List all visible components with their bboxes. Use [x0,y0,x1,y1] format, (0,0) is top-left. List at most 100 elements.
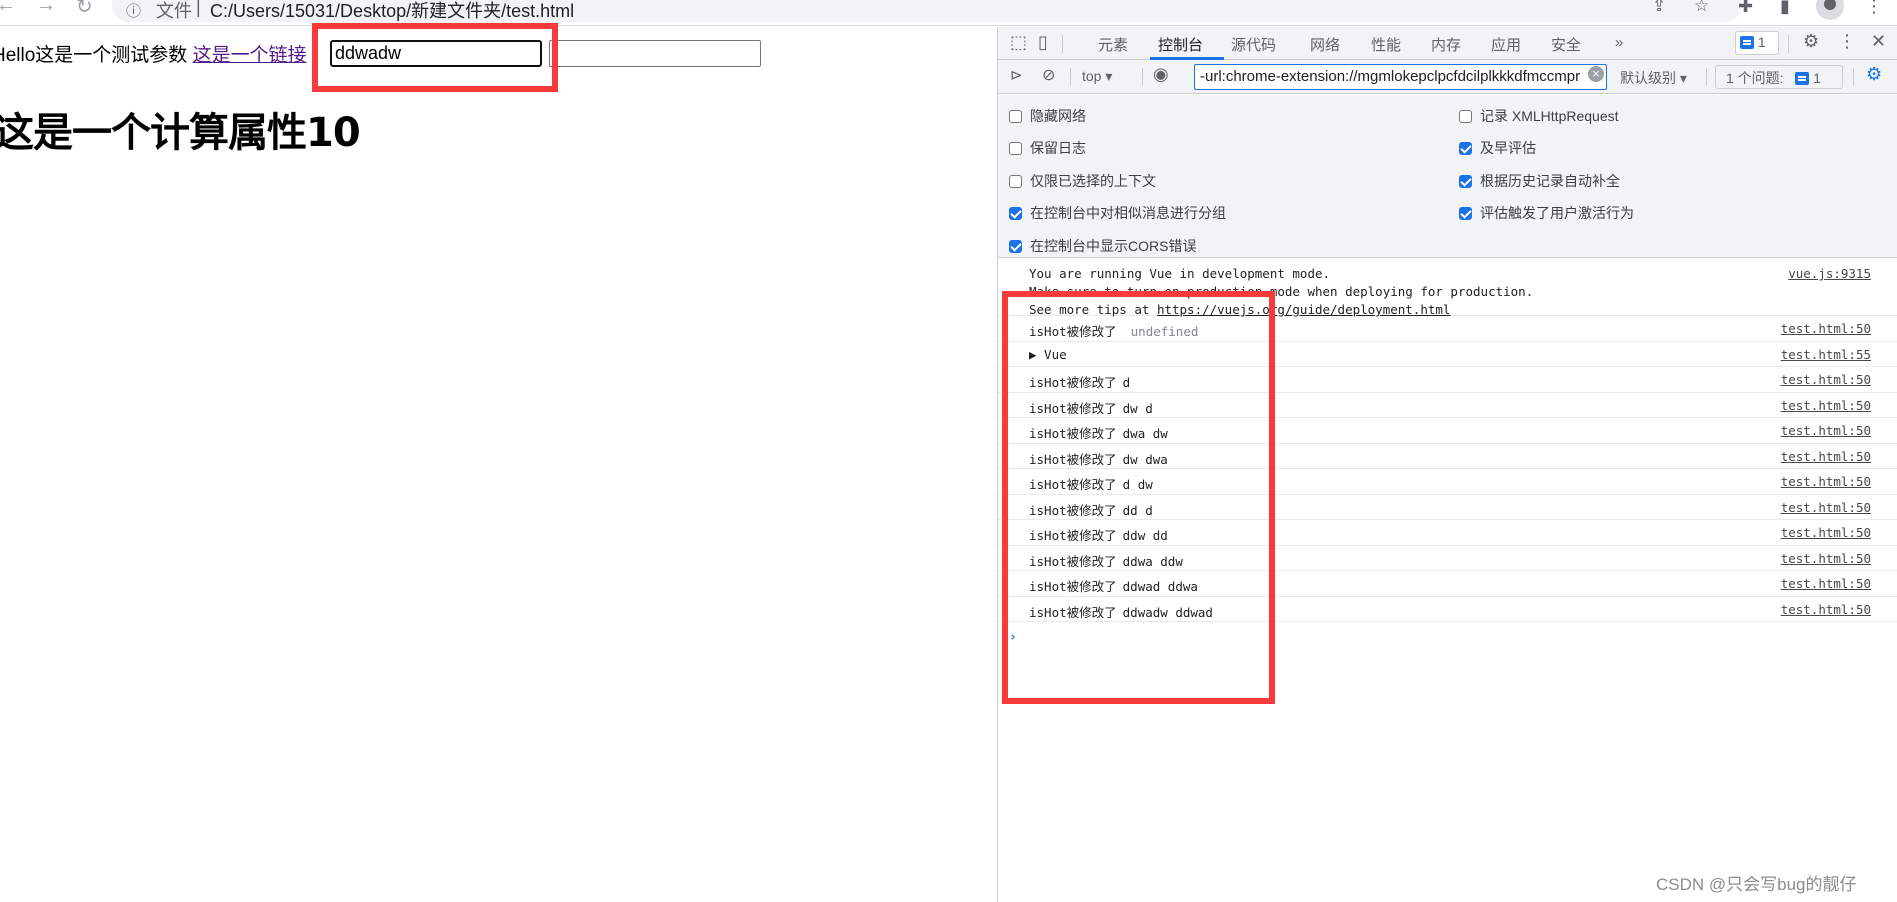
message-icon [1795,72,1810,85]
log-source-link[interactable]: test.html:55 [1781,347,1871,362]
setting-group-similar[interactable]: 在控制台中对相似消息进行分组 [1009,203,1226,223]
checkbox-checked[interactable] [1009,240,1022,253]
context-label: top [1082,68,1102,84]
console-settings-gear-icon[interactable]: ⚙ [1866,64,1882,85]
forward-arrow-icon[interactable]: → [36,0,56,17]
issues-badge[interactable]: 1 [1735,31,1779,55]
separator [1853,68,1854,86]
star-icon[interactable]: ☆ [1694,0,1709,16]
back-arrow-icon[interactable]: ← [0,0,16,17]
setting-selected-context-only[interactable]: 仅限已选择的上下文 [1009,171,1156,191]
setting-label: 在控制台中显示CORS错误 [1030,238,1197,254]
tab-application[interactable]: 应用 [1491,34,1521,55]
separator [1142,68,1143,86]
tab-security[interactable]: 安全 [1551,34,1581,55]
separator [1788,35,1789,53]
checkbox[interactable] [1009,142,1022,155]
devtools-tabbar: ⬚ ▯ 元素 控制台 源代码 网络 性能 内存 应用 安全 » 1 ⚙ ⋮ ✕ [998,27,1897,60]
log-source-link[interactable]: vue.js:9315 [1788,266,1871,281]
checkbox[interactable] [1009,110,1022,123]
share-icon[interactable]: ⇪ [1652,0,1666,16]
log-level-label: 默认级别 [1620,70,1676,86]
log-source-link[interactable]: test.html:50 [1781,372,1871,387]
address-bar[interactable]: ⓘ 文件 | C:/Users/15031/Desktop/新建文件夹/test… [112,0,1742,22]
eye-icon[interactable]: ◉ [1153,64,1169,85]
log-source-link[interactable]: test.html:50 [1781,423,1871,438]
url-text[interactable]: C:/Users/15031/Desktop/新建文件夹/test.html [210,0,574,23]
page-viewport: Hello这是一个测试参数 这是一个链接 这是一个计算属性10 [0,27,997,902]
text-input-empty[interactable] [549,40,761,67]
checkbox-checked[interactable] [1009,207,1022,220]
setting-label: 根据历史记录自动补全 [1480,173,1620,189]
setting-preserve-log[interactable]: 保留日志 [1009,138,1086,158]
menu-icon[interactable]: ⋮ [1865,0,1883,17]
log-source-link[interactable]: test.html:50 [1781,602,1871,617]
inspect-element-icon[interactable]: ⬚ [1010,32,1027,53]
message-icon [1740,36,1754,49]
log-source-link[interactable]: test.html:50 [1781,576,1871,591]
clear-filter-icon[interactable]: × [1588,66,1604,82]
separator [1706,68,1707,86]
setting-label: 隐藏网络 [1030,108,1086,124]
tab-performance[interactable]: 性能 [1371,34,1401,55]
device-toolbar-icon[interactable]: ▯ [1038,32,1048,53]
issues-button[interactable]: 1 个问题: 1 [1715,65,1843,89]
checkbox[interactable] [1459,110,1472,123]
checkbox-checked[interactable] [1459,175,1472,188]
filter-input[interactable]: -url:chrome-extension://mgmlokepclpcfdci… [1194,64,1607,90]
setting-label: 评估触发了用户激活行为 [1480,205,1634,221]
annotation-box-input [312,23,558,92]
tab-network[interactable]: 网络 [1310,34,1340,55]
computed-heading: 这是一个计算属性10 [0,110,361,156]
annotation-box-console [1002,291,1275,704]
setting-hide-network[interactable]: 隐藏网络 [1009,106,1086,126]
clear-console-icon[interactable]: ⊘ [1042,65,1055,85]
hello-line: Hello这是一个测试参数 这是一个链接 [0,40,307,67]
scheme-label: 文件 [156,1,192,21]
log-source-link[interactable]: test.html:50 [1781,398,1871,413]
checkbox[interactable] [1009,175,1022,188]
log-source-link[interactable]: test.html:50 [1781,525,1871,540]
setting-eager-eval[interactable]: 及早评估 [1459,138,1536,158]
tab-console[interactable]: 控制台 [1158,34,1203,55]
log-source-link[interactable]: test.html:50 [1781,449,1871,464]
tab-sources[interactable]: 源代码 [1231,34,1276,55]
context-selector[interactable]: top ▾ [1082,68,1112,85]
extensions-icon[interactable]: ✚ [1738,0,1753,17]
setting-user-activation[interactable]: 评估触发了用户激活行为 [1459,203,1634,223]
separator [1062,35,1063,53]
log-source-link[interactable]: test.html:50 [1781,500,1871,515]
close-devtools-icon[interactable]: ✕ [1871,31,1886,52]
settings-gear-icon[interactable]: ⚙ [1803,31,1819,52]
checkbox-checked[interactable] [1459,142,1472,155]
scheme-separator: | [196,0,201,17]
more-tabs-icon[interactable]: » [1615,34,1623,51]
checkbox-checked[interactable] [1459,207,1472,220]
setting-show-cors-errors[interactable]: 在控制台中显示CORS错误 [1009,236,1196,256]
sidebar-toggle-icon[interactable]: ⊳ [1010,66,1023,84]
browser-toolbar: ← → ↻ ⓘ 文件 | C:/Users/15031/Desktop/新建文件… [0,0,1897,26]
test-link[interactable]: 这是一个链接 [193,45,307,66]
log-source-link[interactable]: test.html:50 [1781,474,1871,489]
log-source-link[interactable]: test.html:50 [1781,321,1871,336]
setting-autocomplete-history[interactable]: 根据历史记录自动补全 [1459,171,1620,191]
setting-label: 记录 XMLHttpRequest [1480,108,1619,124]
hello-text: Hello这是一个测试参数 [0,45,188,66]
sidepanel-icon[interactable]: ▮ [1780,0,1790,17]
setting-log-xhr[interactable]: 记录 XMLHttpRequest [1459,106,1619,126]
issues-count: 1 [1813,70,1821,86]
watermark: CSDN @只会写bug的靓仔 [1656,875,1857,894]
console-settings-panel: 隐藏网络 保留日志 仅限已选择的上下文 在控制台中对相似消息进行分组 在控制台中… [998,95,1897,258]
reload-icon[interactable]: ↻ [76,0,93,19]
tab-memory[interactable]: 内存 [1431,34,1461,55]
log-source-link[interactable]: test.html:50 [1781,551,1871,566]
setting-label: 在控制台中对相似消息进行分组 [1030,205,1226,221]
profile-icon[interactable] [1816,0,1844,20]
setting-label: 保留日志 [1030,140,1086,156]
log-level-select[interactable]: 默认级别 ▾ [1620,68,1687,88]
console-toolbar: ⊳ ⊘ top ▾ ◉ -url:chrome-extension://mgml… [998,60,1897,94]
more-options-icon[interactable]: ⋮ [1838,31,1856,52]
info-icon[interactable]: ⓘ [126,0,141,21]
log-message: You are running Vue in development mode. [1029,266,1331,281]
tab-elements[interactable]: 元素 [1098,34,1128,55]
